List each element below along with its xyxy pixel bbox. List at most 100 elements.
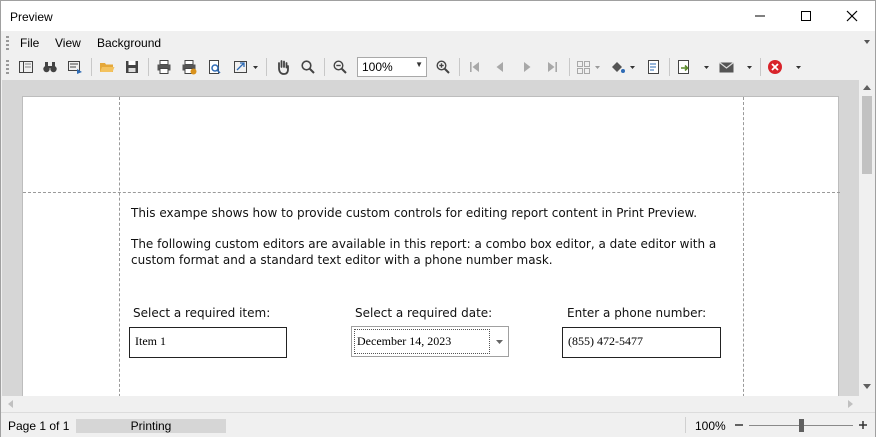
last-page-button[interactable]	[542, 57, 562, 77]
paint-bucket-icon	[612, 62, 635, 73]
page-setup-icon	[209, 60, 221, 74]
phone-value: (855) 472-5477	[568, 334, 643, 348]
toolbar-grip[interactable]	[6, 60, 9, 74]
binoculars-icon	[43, 62, 57, 73]
vertical-scrollbar[interactable]	[859, 80, 875, 396]
save-icon	[126, 61, 138, 73]
hand-icon	[278, 60, 289, 75]
watermark-button[interactable]	[643, 57, 663, 77]
page-setup-button[interactable]	[204, 57, 224, 77]
close-circle-icon	[768, 60, 801, 74]
send-email-button[interactable]	[717, 57, 755, 77]
zoom-out-button[interactable]	[330, 57, 350, 77]
zoom-in-button[interactable]	[433, 57, 453, 77]
margin-line-right	[743, 97, 744, 396]
horizontal-scrollbar[interactable]	[2, 396, 859, 412]
previous-page-icon	[496, 62, 503, 72]
zoom-out-status-button[interactable]	[732, 418, 746, 432]
multiple-pages-button[interactable]	[575, 57, 603, 77]
report-page: This exampe shows how to provide custom …	[22, 96, 840, 396]
thumbnails-button[interactable]	[65, 57, 85, 77]
menu-bar: File View Background	[1, 31, 875, 54]
folder-open-icon	[100, 63, 115, 72]
fill-background-button[interactable]	[608, 57, 638, 77]
zoom-out-icon	[333, 60, 347, 74]
status-bar: Page 1 of 1 Printing 100%	[1, 412, 875, 437]
progress-bar: Printing	[76, 419, 226, 433]
menu-background[interactable]: Background	[97, 36, 161, 50]
plus-icon	[859, 421, 867, 429]
close-icon	[846, 10, 858, 22]
preview-viewport[interactable]: This exampe shows how to provide custom …	[2, 80, 859, 396]
printer-icon	[157, 60, 171, 74]
next-page-icon	[524, 62, 531, 72]
zoom-slider-track[interactable]	[749, 419, 853, 432]
menu-view[interactable]: View	[55, 36, 81, 50]
minimize-button[interactable]	[737, 1, 783, 31]
title-bar[interactable]: Preview	[1, 1, 875, 31]
date-editor[interactable]: December 14, 2023	[351, 326, 509, 357]
maximize-icon	[801, 11, 811, 21]
scroll-right-icon[interactable]	[848, 400, 853, 408]
watermark-icon	[648, 60, 659, 74]
page-info: Page 1 of 1	[8, 419, 70, 433]
vertical-scroll-thumb[interactable]	[862, 96, 872, 174]
scroll-down-icon[interactable]	[863, 384, 871, 389]
print-button[interactable]	[154, 57, 174, 77]
menu-file[interactable]: File	[20, 36, 39, 50]
save-button[interactable]	[122, 57, 142, 77]
open-button[interactable]	[97, 57, 117, 77]
minimize-icon	[755, 15, 765, 17]
magnifier-icon	[301, 60, 315, 74]
document-map-icon	[19, 61, 33, 73]
window-title: Preview	[10, 10, 53, 24]
close-button[interactable]	[829, 1, 875, 31]
export-button[interactable]	[674, 57, 712, 77]
magnifier-button[interactable]	[298, 57, 318, 77]
date-value: December 14, 2023	[357, 334, 452, 348]
date-label: Select a required date:	[355, 306, 493, 320]
scale-button[interactable]	[231, 57, 261, 77]
phone-editor[interactable]: (855) 472-5477	[562, 327, 721, 358]
zoom-value: 100%	[362, 60, 393, 74]
scale-icon	[234, 61, 258, 73]
quick-print-button[interactable]	[179, 57, 199, 77]
close-preview-button[interactable]	[766, 57, 804, 77]
margin-line-top	[23, 192, 840, 193]
multiple-pages-icon	[577, 61, 600, 74]
quick-print-icon	[182, 60, 197, 75]
chevron-down-icon[interactable]	[496, 340, 503, 344]
combo-label: Select a required item:	[133, 306, 271, 320]
zoom-percent: 100%	[695, 419, 726, 433]
combo-editor[interactable]: Item 1	[129, 327, 287, 358]
last-page-icon	[548, 62, 557, 72]
zoom-combo[interactable]: 100% ▼	[357, 57, 427, 77]
description-paragraph-2-line-2: custom format and a standard text editor…	[131, 253, 553, 267]
document-map-button[interactable]	[16, 57, 36, 77]
zoom-in-icon	[436, 60, 450, 74]
maximize-button[interactable]	[783, 1, 829, 31]
zoom-in-status-button[interactable]	[856, 418, 870, 432]
next-page-button[interactable]	[517, 57, 537, 77]
combo-value: Item 1	[135, 334, 166, 348]
menu-overflow-icon[interactable]	[864, 40, 870, 44]
description-paragraph-1: This exampe shows how to provide custom …	[131, 206, 698, 220]
preview-window: Preview File View Background 100% ▼ This…	[0, 0, 876, 437]
progress-label: Printing	[130, 419, 172, 433]
export-icon	[678, 60, 709, 74]
first-page-button[interactable]	[465, 57, 485, 77]
search-button[interactable]	[40, 57, 60, 77]
scroll-left-icon[interactable]	[8, 400, 13, 408]
mail-icon	[719, 62, 752, 73]
description-paragraph-2-line-1: The following custom editors are availab…	[131, 237, 717, 251]
menu-grip[interactable]	[6, 36, 9, 50]
hand-tool-button[interactable]	[273, 57, 293, 77]
toolbar: 100% ▼	[1, 54, 875, 80]
previous-page-button[interactable]	[490, 57, 510, 77]
scroll-up-icon[interactable]	[863, 85, 871, 90]
zoom-slider-thumb[interactable]	[798, 419, 804, 432]
chevron-down-icon[interactable]: ▼	[415, 60, 423, 69]
minus-icon	[735, 424, 743, 426]
thumbnails-icon	[68, 61, 82, 74]
phone-label: Enter a phone number:	[567, 306, 707, 320]
